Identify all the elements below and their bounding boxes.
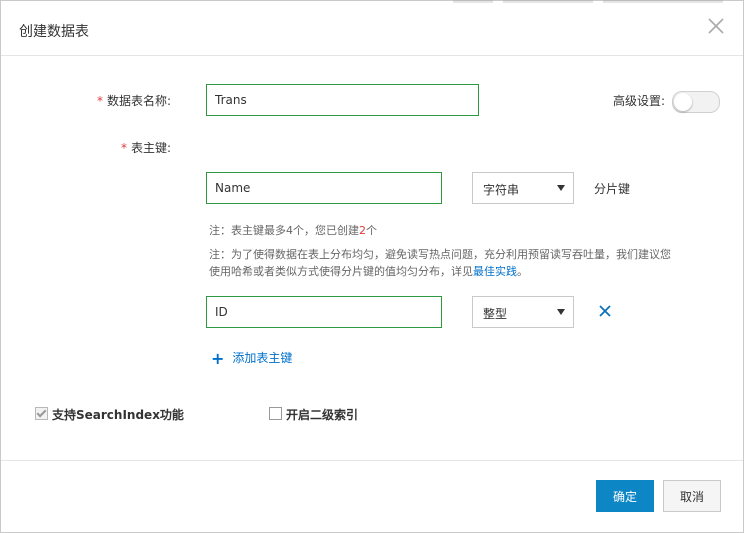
secondary-index-option[interactable]: 开启二级索引 <box>269 406 358 423</box>
advanced-settings-label: 高级设置: <box>612 94 665 108</box>
caret-down-icon <box>557 185 565 191</box>
required-asterisk: * <box>96 94 103 108</box>
advanced-settings-toggle[interactable] <box>672 91 720 113</box>
add-primary-key-button[interactable]: + 添加表主键 <box>211 349 292 368</box>
search-index-option[interactable]: 支持SearchIndex功能 <box>35 406 184 423</box>
primary-key-type-select[interactable]: 字符串 <box>472 172 574 204</box>
background-ghost-text <box>453 0 723 3</box>
dialog-title: 创建数据表 <box>19 24 89 40</box>
table-name-label: * 数据表名称: <box>96 94 171 108</box>
search-index-checkbox[interactable] <box>35 407 48 420</box>
primary-key-type-select[interactable]: 整型 <box>472 296 574 328</box>
dialog-header: 创建数据表 <box>1 0 743 56</box>
key-count: 2 <box>359 224 366 237</box>
select-value: 字符串 <box>483 183 520 197</box>
primary-key-name-input[interactable] <box>206 172 442 204</box>
confirm-button[interactable]: 确定 <box>596 480 654 512</box>
plus-icon: + <box>211 349 225 368</box>
table-name-input[interactable] <box>206 84 479 116</box>
cancel-button[interactable]: 取消 <box>663 480 721 512</box>
select-value: 整型 <box>483 307 508 321</box>
best-practice-link[interactable]: 最佳实践 <box>473 265 517 278</box>
key-limit-note: 注：表主键最多4个，您已创建2个 <box>209 224 377 237</box>
distribution-note: 注：为了使得数据在表上分布均匀，避免读写热点问题，充分利用预留读写吞吐量，我们建… <box>209 248 671 278</box>
required-asterisk: * <box>120 141 127 155</box>
secondary-index-checkbox[interactable] <box>269 407 282 420</box>
remove-key-icon[interactable] <box>598 304 612 318</box>
toggle-knob <box>674 93 692 111</box>
shard-key-tag: 分片键 <box>594 182 631 196</box>
primary-key-name-input[interactable] <box>206 296 442 328</box>
dialog-footer: 确定 取消 <box>1 460 743 533</box>
close-icon[interactable] <box>705 15 727 37</box>
primary-key-label: * 表主键: <box>120 141 171 155</box>
caret-down-icon <box>557 309 565 315</box>
create-table-dialog: 创建数据表 *数据表名称: 高级设置: *表主键: 字符串 分片键 注：表主键最… <box>0 0 744 533</box>
